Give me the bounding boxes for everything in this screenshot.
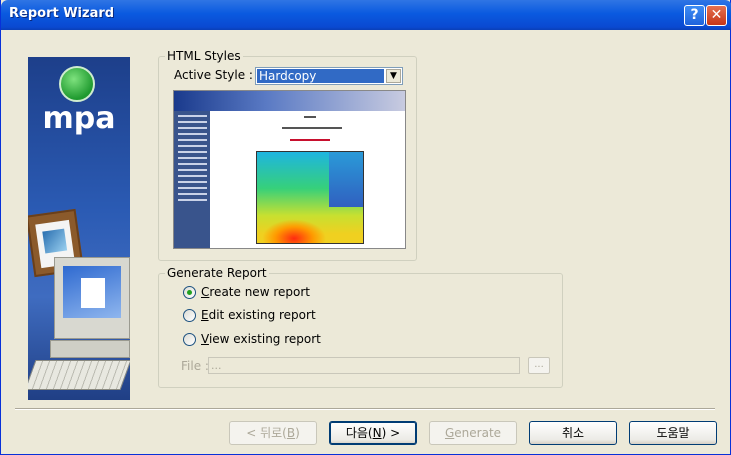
radio-icon[interactable] [183,333,196,346]
close-icon[interactable]: ✕ [706,5,727,26]
back-button[interactable]: < 뒤로(B) [229,421,317,445]
window-title: Report Wizard [9,6,115,21]
preview-sidebar [174,111,210,248]
power-icon [59,66,95,102]
help-button[interactable]: 도움말 [629,421,717,445]
generate-button[interactable]: Generate [429,421,517,445]
help-icon[interactable]: ? [684,5,705,26]
preview-contour-plot [256,151,364,244]
preview-header [174,91,405,111]
preview-body [212,113,404,246]
mpa-logo: mpa [42,101,116,136]
file-label: File : [181,359,209,373]
cancel-button[interactable]: 취소 [529,421,617,445]
generate-report-legend: Generate Report [167,266,267,280]
file-path-input[interactable]: ... [208,357,520,374]
computer-monitor-illustration [54,257,130,339]
radio-label-edit: Edit existing report [201,308,316,322]
radio-icon[interactable] [183,309,196,322]
wizard-banner-image: mpa [28,57,130,400]
radio-label-view: View existing report [201,332,321,346]
browse-button[interactable]: ... [528,357,550,374]
title-bar[interactable]: Report Wizard ? ✕ [1,0,731,30]
active-style-value: Hardcopy [257,69,384,83]
separator [15,408,715,410]
computer-base-illustration [50,340,130,358]
html-styles-legend: HTML Styles [167,49,241,63]
radio-label-create: Create new report [201,285,310,299]
next-button[interactable]: 다음(N) > [329,421,417,445]
active-style-label: Active Style : [174,68,253,82]
keyboard-illustration [28,360,130,390]
dropdown-arrow-icon[interactable]: ▼ [386,69,401,83]
report-wizard-window: Report Wizard ? ✕ mpa HTML Styles Active… [0,0,731,455]
style-preview-image [173,90,406,249]
active-style-select[interactable]: Hardcopy ▼ [255,67,403,85]
radio-icon[interactable] [183,286,196,299]
